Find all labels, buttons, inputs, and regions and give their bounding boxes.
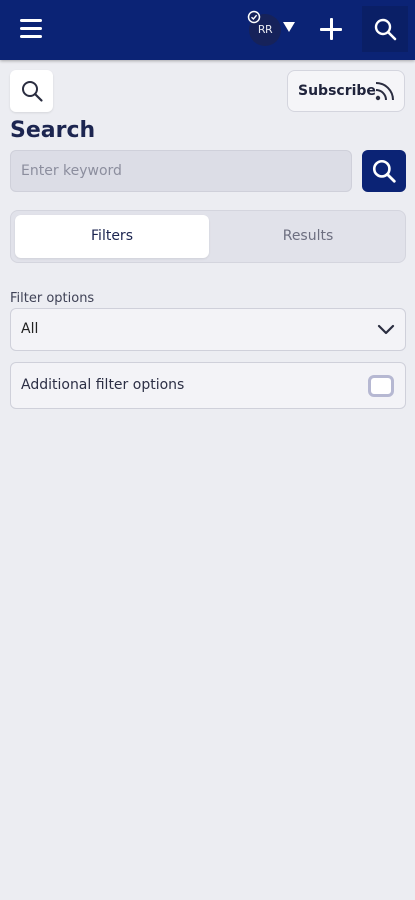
chevron-down-icon (377, 324, 395, 335)
search-icon (372, 159, 396, 183)
additional-filter-options-row[interactable]: Additional filter options (10, 362, 406, 409)
filters-results-tabs: Filters Results (10, 210, 406, 263)
subscribe-label: Subscribe (298, 83, 376, 99)
tab-filters[interactable]: Filters (15, 215, 209, 258)
check-circle-icon (247, 10, 261, 24)
page-title: Search (10, 118, 96, 143)
filter-options-label: Filter options (10, 291, 95, 306)
search-submit-button[interactable] (362, 150, 406, 192)
tab-results[interactable]: Results (211, 215, 405, 258)
additional-filter-options-label: Additional filter options (21, 377, 185, 393)
search-page-icon-card (10, 70, 53, 112)
search-icon (374, 18, 397, 41)
top-search-button[interactable] (362, 6, 408, 52)
search-icon (22, 81, 43, 102)
search-input[interactable] (10, 150, 352, 192)
add-button[interactable] (318, 16, 344, 42)
top-app-bar: RR (0, 0, 415, 60)
hamburger-menu-icon[interactable] (20, 19, 42, 41)
subscribe-button[interactable]: Subscribe (287, 70, 405, 112)
filter-options-select[interactable]: All (10, 308, 406, 351)
rss-feed-icon (375, 82, 394, 101)
filter-options-value: All (21, 321, 39, 337)
user-menu[interactable]: RR (247, 10, 299, 50)
caret-down-icon[interactable] (283, 22, 295, 32)
additional-filter-options-checkbox[interactable] (368, 375, 394, 397)
